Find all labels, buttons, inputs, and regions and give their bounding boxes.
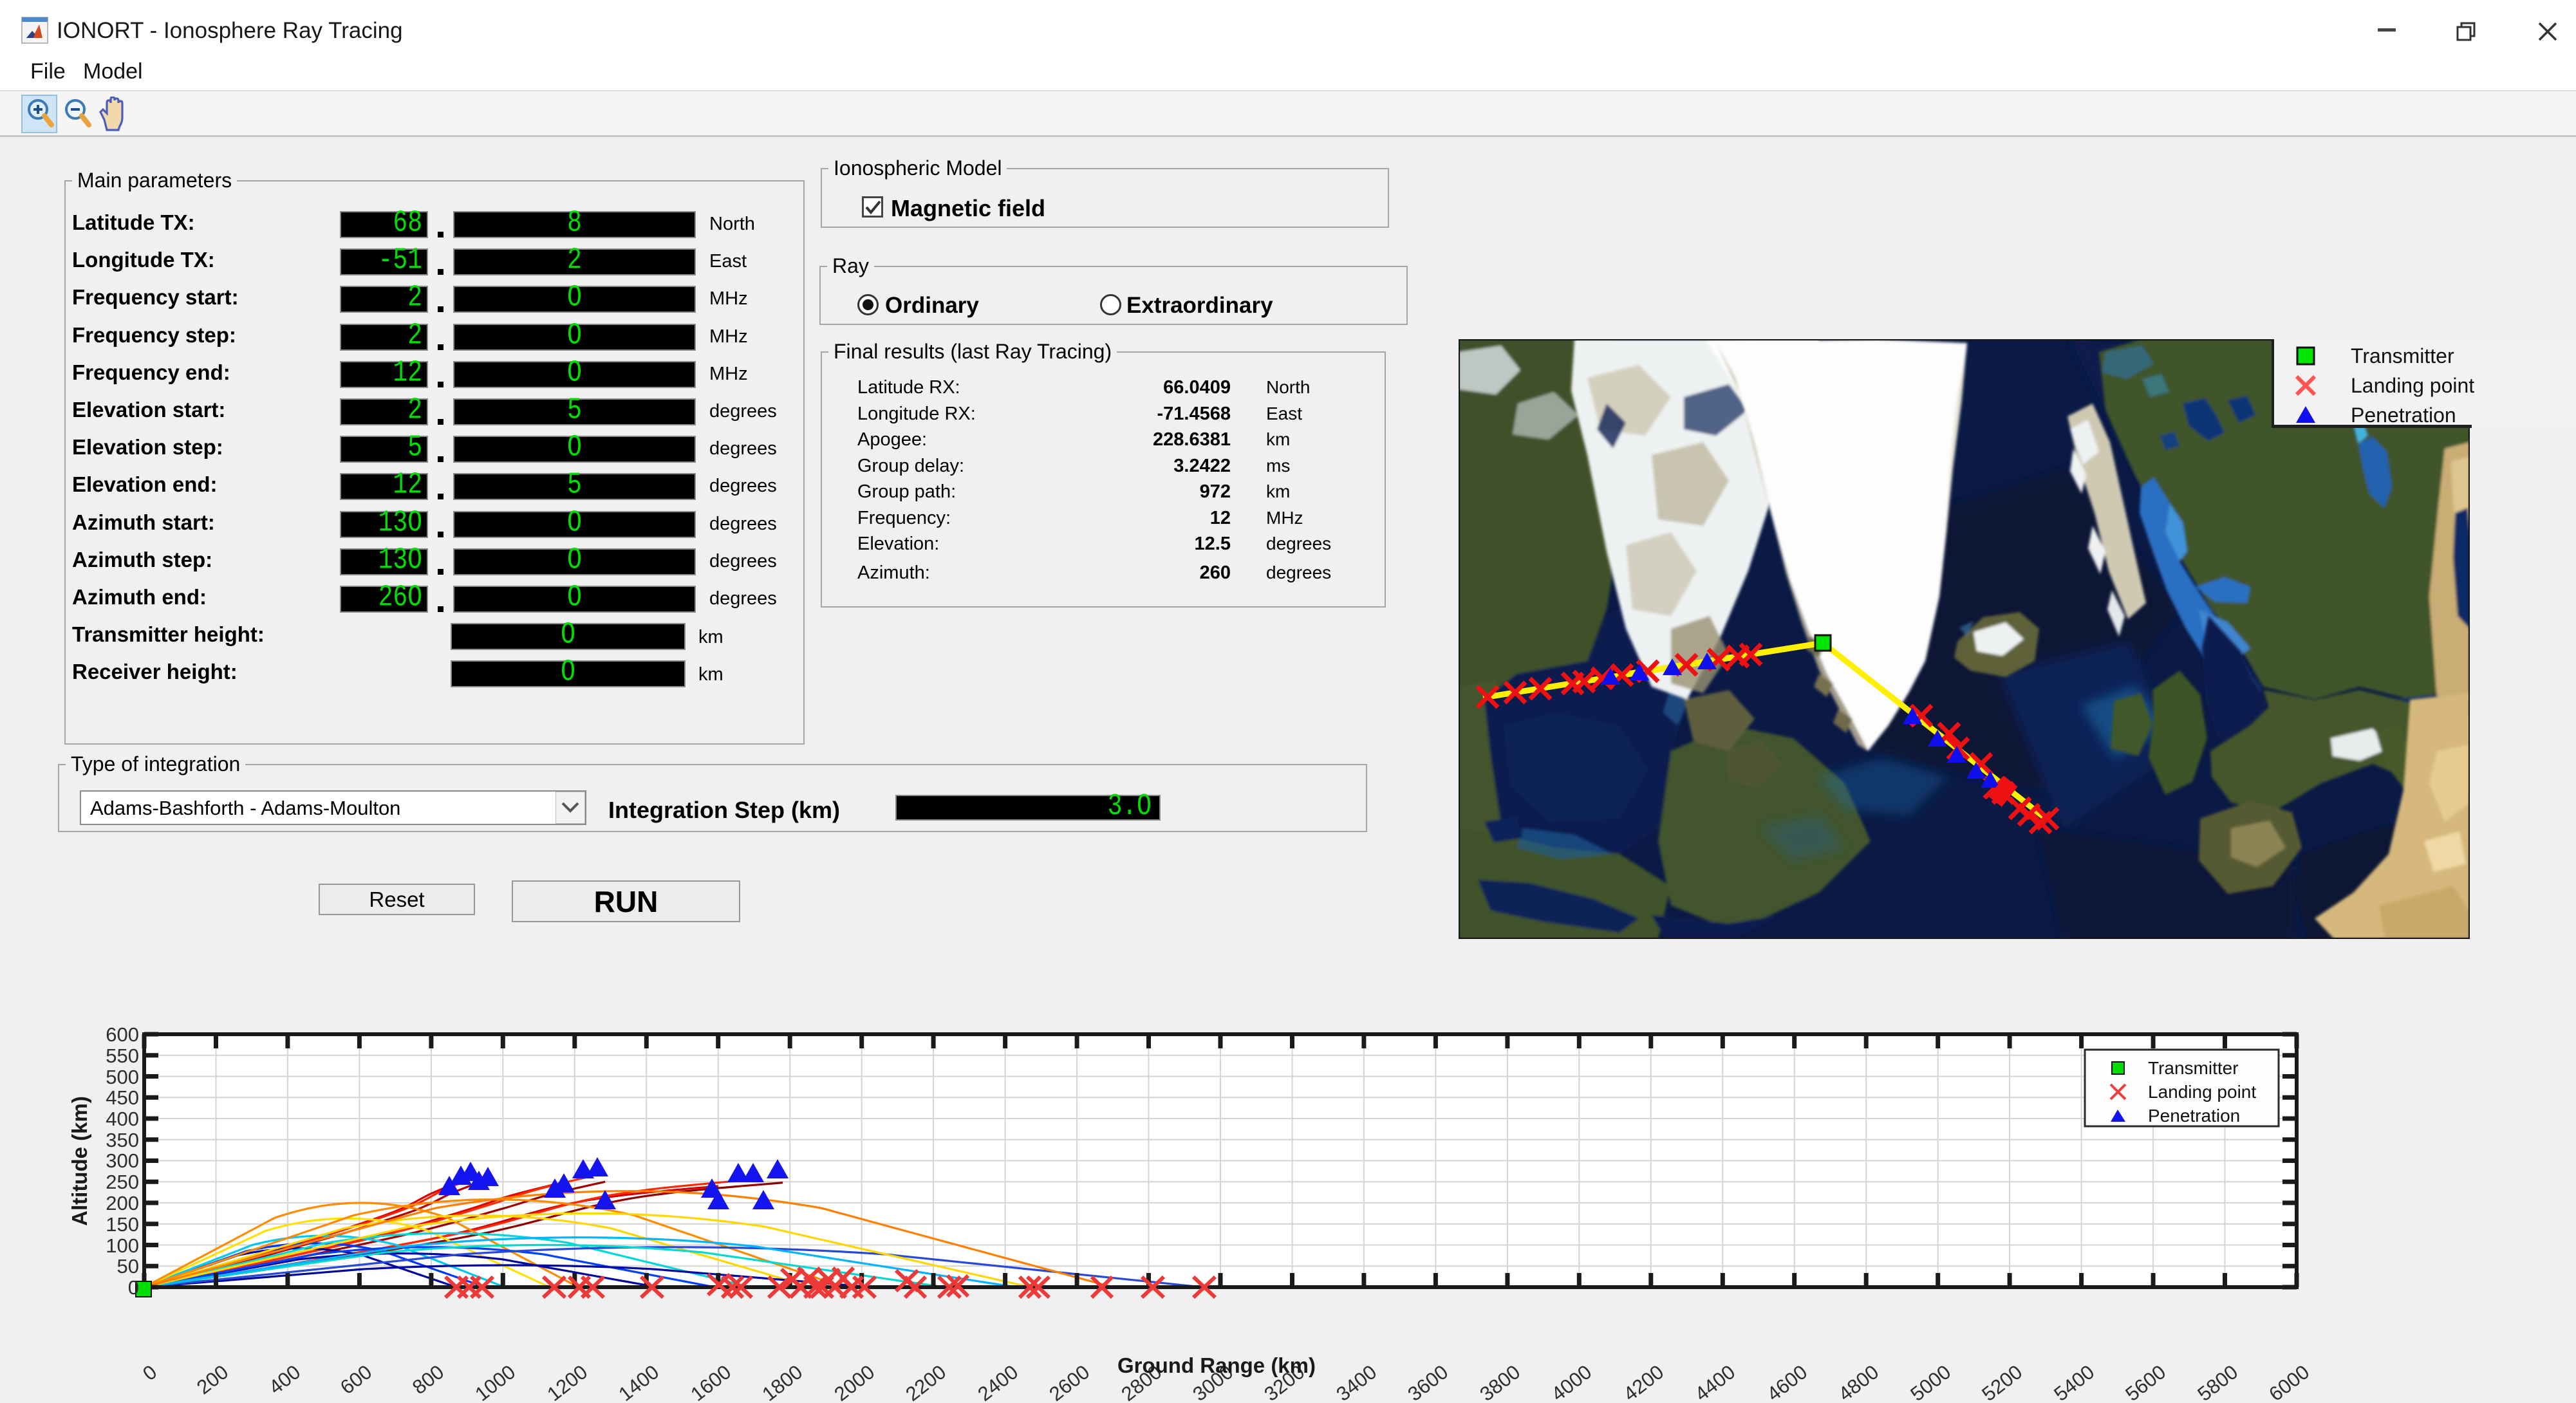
svg-text:Landing point: Landing point [2148,1082,2256,1102]
svg-text:1000: 1000 [471,1361,519,1403]
svg-text:50: 50 [117,1255,139,1278]
svg-text:600: 600 [106,1023,139,1046]
svg-text:4200: 4200 [1619,1361,1668,1403]
svg-text:300: 300 [106,1149,139,1172]
svg-text:500: 500 [106,1066,139,1088]
svg-text:150: 150 [106,1213,139,1236]
svg-text:800: 800 [408,1361,448,1398]
svg-text:4800: 4800 [1834,1361,1883,1403]
svg-text:Ground Range (km): Ground Range (km) [1117,1353,1316,1377]
svg-text:400: 400 [106,1108,139,1130]
svg-text:0: 0 [128,1276,139,1299]
svg-text:5800: 5800 [2193,1361,2242,1403]
svg-text:Transmitter: Transmitter [2148,1058,2239,1078]
svg-text:Altitude (km): Altitude (km) [68,1096,91,1226]
svg-text:1600: 1600 [686,1361,735,1403]
svg-text:400: 400 [265,1361,304,1398]
svg-text:1800: 1800 [758,1361,807,1403]
svg-text:200: 200 [192,1361,232,1398]
svg-text:5400: 5400 [2049,1361,2098,1403]
svg-text:4600: 4600 [1762,1361,1811,1403]
svg-text:5600: 5600 [2121,1361,2170,1403]
svg-text:1200: 1200 [543,1361,592,1403]
svg-text:5000: 5000 [1906,1361,1955,1403]
svg-text:5200: 5200 [1977,1361,2026,1403]
svg-text:Penetration: Penetration [2351,404,2456,425]
svg-text:6000: 6000 [2264,1361,2313,1403]
svg-text:100: 100 [106,1234,139,1257]
svg-text:2400: 2400 [973,1361,1022,1403]
svg-text:550: 550 [106,1045,139,1067]
svg-text:450: 450 [106,1086,139,1109]
svg-text:200: 200 [106,1192,139,1214]
svg-text:250: 250 [106,1171,139,1193]
svg-text:2600: 2600 [1045,1361,1094,1403]
svg-text:3800: 3800 [1475,1361,1524,1403]
svg-text:3600: 3600 [1403,1361,1452,1403]
svg-text:Landing point: Landing point [2351,374,2474,397]
svg-text:1400: 1400 [614,1361,663,1403]
svg-text:Transmitter: Transmitter [2351,344,2454,367]
svg-text:2200: 2200 [901,1361,950,1403]
svg-text:600: 600 [336,1361,376,1398]
svg-text:3400: 3400 [1332,1361,1381,1403]
svg-text:4400: 4400 [1690,1361,1739,1403]
svg-text:350: 350 [106,1129,139,1151]
svg-text:Penetration: Penetration [2148,1106,2240,1126]
svg-text:4000: 4000 [1547,1361,1596,1403]
svg-text:2000: 2000 [830,1361,879,1403]
svg-text:0: 0 [138,1361,161,1385]
